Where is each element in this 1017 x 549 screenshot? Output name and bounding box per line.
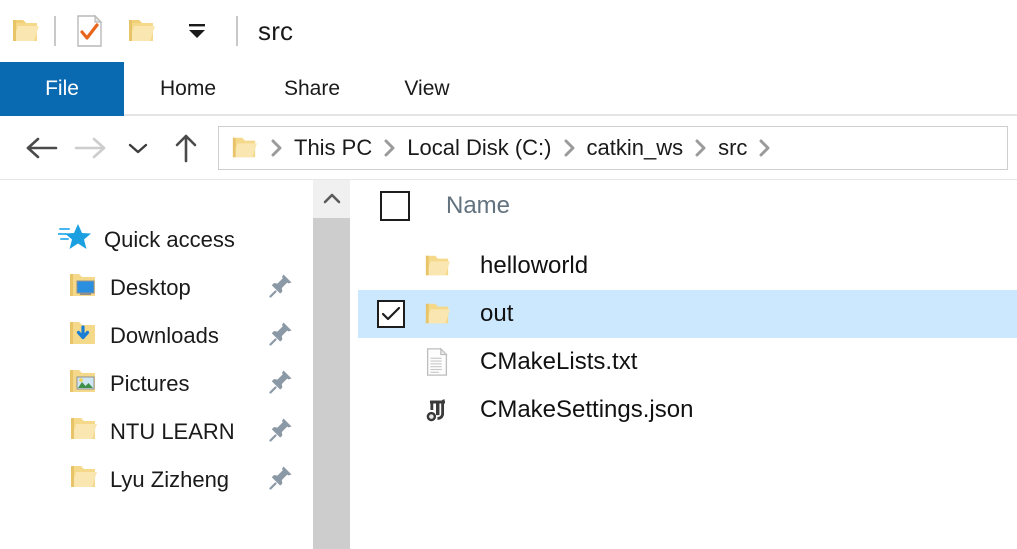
quick-access-star-icon — [57, 222, 92, 258]
title-divider — [236, 16, 238, 46]
table-row[interactable]: CMakeLists.txt — [358, 338, 1017, 386]
chevron-right-icon — [563, 139, 576, 157]
pane-divider — [350, 180, 358, 549]
tab-home[interactable]: Home — [124, 62, 252, 116]
json-file-icon — [420, 395, 454, 425]
table-row[interactable]: out — [358, 290, 1017, 338]
file-name: helloworld — [480, 252, 589, 279]
recent-locations-chevron-icon[interactable] — [114, 124, 162, 172]
row-checkbox[interactable] — [374, 300, 408, 328]
sidebar-item-pictures[interactable]: Pictures — [0, 360, 313, 408]
address-folder-icon — [229, 135, 259, 161]
folder-icon — [420, 253, 454, 279]
navigation-pane-scrollbar[interactable] — [313, 180, 350, 549]
breadcrumb-catkin-ws[interactable]: catkin_ws — [587, 135, 684, 161]
folder-icon — [68, 415, 98, 449]
row-checkbox[interactable] — [374, 396, 408, 424]
forward-arrow-icon — [66, 124, 114, 172]
text-file-icon — [420, 347, 454, 377]
row-checkbox[interactable] — [374, 252, 408, 280]
file-list-pane: Name helloworld out CMakeLists.txt CMake… — [358, 180, 1017, 549]
window-title: src — [258, 15, 294, 46]
file-name: CMakeLists.txt — [480, 348, 638, 375]
file-name: CMakeSettings.json — [480, 396, 694, 423]
breadcrumb-src[interactable]: src — [718, 135, 747, 161]
toolbar-divider — [54, 16, 56, 46]
desktop-folder-icon — [68, 271, 98, 305]
chevron-right-icon — [383, 139, 396, 157]
scrollbar-thumb[interactable] — [313, 218, 350, 549]
tab-view[interactable]: View — [372, 62, 482, 116]
column-header-row: Name — [358, 180, 1017, 232]
back-arrow-icon[interactable] — [18, 124, 66, 172]
sidebar-label-lyu-zizheng: Lyu Zizheng — [110, 467, 230, 492]
sidebar-label-quick-access: Quick access — [104, 227, 235, 252]
tab-share[interactable]: Share — [252, 62, 372, 116]
breadcrumb-this-pc[interactable]: This PC — [294, 135, 372, 161]
new-folder-icon[interactable] — [126, 17, 156, 45]
title-bar: src — [0, 0, 1017, 62]
customize-dropdown-icon[interactable] — [184, 21, 210, 41]
checkmark-icon — [381, 306, 401, 321]
pin-icon[interactable] — [269, 464, 295, 496]
sidebar-item-lyu-zizheng[interactable]: Lyu Zizheng — [0, 456, 313, 504]
navigation-pane: Quick access Desktop Downloads Pictures … — [0, 180, 313, 549]
explorer-body: Quick access Desktop Downloads Pictures … — [0, 180, 1017, 549]
column-header-name[interactable]: Name — [446, 192, 510, 220]
ribbon-tabs: File Home Share View — [0, 62, 1017, 116]
sidebar-label-desktop: Desktop — [110, 275, 191, 300]
scroll-up-arrow-icon[interactable] — [313, 180, 350, 218]
sidebar-item-downloads[interactable]: Downloads — [0, 312, 313, 360]
sidebar-label-pictures: Pictures — [110, 371, 190, 396]
chevron-right-icon — [694, 139, 707, 157]
sidebar-label-downloads: Downloads — [110, 323, 219, 348]
table-row[interactable]: helloworld — [358, 242, 1017, 290]
folder-icon — [68, 463, 98, 497]
sidebar-item-quick-access[interactable]: Quick access — [0, 216, 313, 264]
file-explorer-window: src File Home Share View This PC Local D… — [0, 0, 1017, 549]
sidebar-item-ntu-learn[interactable]: NTU LEARN — [0, 408, 313, 456]
pin-icon[interactable] — [269, 368, 295, 400]
breadcrumb-local-disk[interactable]: Local Disk (C:) — [407, 135, 551, 161]
up-arrow-icon[interactable] — [162, 124, 210, 172]
downloads-folder-icon — [68, 319, 98, 353]
pin-icon[interactable] — [269, 320, 295, 352]
pin-icon[interactable] — [269, 416, 295, 448]
address-bar[interactable]: This PC Local Disk (C:) catkin_ws src — [218, 126, 1008, 170]
pictures-folder-icon — [68, 367, 98, 401]
chevron-right-icon — [270, 139, 283, 157]
table-row[interactable]: CMakeSettings.json — [358, 386, 1017, 434]
row-checkbox[interactable] — [374, 348, 408, 376]
chevron-right-icon[interactable] — [758, 139, 771, 157]
sidebar-item-desktop[interactable]: Desktop — [0, 264, 313, 312]
pin-icon[interactable] — [269, 272, 295, 304]
file-name: out — [480, 300, 514, 327]
select-all-checkbox[interactable] — [380, 191, 410, 221]
tab-file[interactable]: File — [0, 62, 124, 116]
sidebar-label-ntu-learn: NTU LEARN — [110, 419, 235, 444]
folder-icon — [420, 301, 454, 327]
properties-check-document-icon[interactable] — [74, 14, 104, 48]
folder-icon[interactable] — [10, 17, 40, 45]
